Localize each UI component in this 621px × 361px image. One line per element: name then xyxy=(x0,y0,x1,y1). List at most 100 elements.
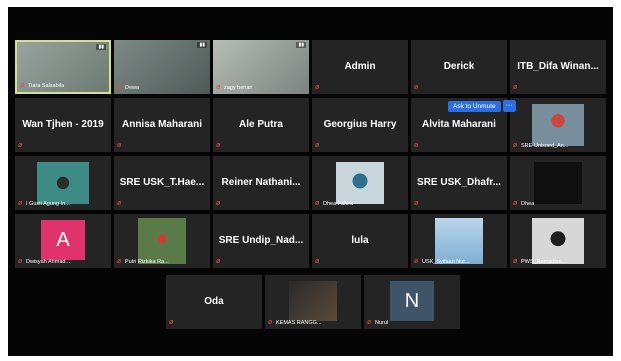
participant-display-name: I Gusti Agung In... xyxy=(26,200,70,207)
mic-muted-icon: ø xyxy=(315,200,320,207)
participant-tile[interactable]: øI Gusti Agung In... xyxy=(15,156,111,210)
participant-name: Oda xyxy=(204,296,224,307)
profile-picture xyxy=(336,162,384,204)
participant-tile[interactable]: SRE USK_Dhafr... ø xyxy=(411,156,507,210)
participant-label: ø Nurul xyxy=(367,319,388,326)
mic-muted-icon: ø xyxy=(18,200,23,207)
mic-muted-icon: ø xyxy=(414,142,419,149)
participant-label: ø Dhea Fahira xyxy=(315,200,353,207)
participant-display-name: zagy benan xyxy=(224,84,253,91)
participant-name: Derick xyxy=(443,61,475,72)
participant-display-name: PWS_Romadlon... xyxy=(521,258,567,265)
ask-to-unmute-button[interactable]: Ask to Unmute xyxy=(448,100,501,112)
participant-label: øI Gusti Agung In... xyxy=(18,200,70,207)
mic-muted-icon: ø xyxy=(513,200,518,207)
mic-muted-icon: ø xyxy=(315,84,320,91)
mic-muted-icon: ø xyxy=(513,84,518,91)
participant-display-name: SRE Unisoed_An... xyxy=(521,142,569,149)
participant-name: Ale Putra xyxy=(239,119,283,130)
participant-label: ø xyxy=(414,142,422,149)
participant-name: Wan Tjhen - 2019 xyxy=(22,119,104,130)
participant-tile[interactable]: ø Dhea xyxy=(510,156,606,210)
participant-tile[interactable]: ø Dhea Fahira xyxy=(312,156,408,210)
profile-picture xyxy=(534,162,582,204)
profile-picture xyxy=(532,104,584,146)
participant-tile[interactable]: Ale Putra ø xyxy=(213,98,309,152)
participant-display-name: Nurul xyxy=(375,319,389,326)
avatar-initial: N xyxy=(390,281,434,321)
mic-muted-icon: ø xyxy=(414,84,419,91)
ask-to-unmute-control: Ask to Unmute ··· xyxy=(448,100,516,112)
profile-picture xyxy=(289,281,337,321)
mic-muted-icon: ø xyxy=(117,84,122,91)
participant-label: ø xyxy=(315,142,323,149)
signal-icon: ▮▮ xyxy=(296,42,306,48)
more-options-button[interactable]: ··· xyxy=(502,100,516,112)
participant-label: ø xyxy=(216,258,224,265)
participant-tile[interactable]: ▮▮ ø Tiara Salsabila xyxy=(15,40,111,94)
participant-display-name: USK_Syifaan Nur... xyxy=(422,258,470,265)
mic-muted-icon: ø xyxy=(216,142,221,149)
participant-label: ø Dwisyah Ahmad... xyxy=(18,258,70,265)
avatar-initial: A xyxy=(41,220,85,260)
mic-muted-icon: ø xyxy=(367,319,372,326)
participant-display-name: Tiara Salsabila xyxy=(28,82,65,89)
participant-label: ø USK_Syifaan Nur... xyxy=(414,258,469,265)
participant-label: ø xyxy=(117,200,125,207)
mic-muted-icon: ø xyxy=(315,258,320,265)
participant-tile[interactable]: ø PWS_Romadlon... xyxy=(510,214,606,268)
mic-muted-icon: ø xyxy=(315,142,320,149)
participant-tile[interactable]: ▮▮ ø Dewa xyxy=(114,40,210,94)
mic-muted-icon: ø xyxy=(20,82,25,89)
participant-tile[interactable]: SRE USK_T.Hae... ø xyxy=(114,156,210,210)
participant-tile[interactable]: ø Putri Rizkika Ra... xyxy=(114,214,210,268)
profile-picture xyxy=(37,162,89,204)
participant-tile[interactable]: Reiner Nathani... ø xyxy=(213,156,309,210)
participant-label: ø xyxy=(216,142,224,149)
mic-muted-icon: ø xyxy=(216,200,221,207)
participant-tile[interactable]: ø USK_Syifaan Nur... xyxy=(411,214,507,268)
mic-muted-icon: ø xyxy=(216,84,221,91)
signal-icon: ▮▮ xyxy=(197,42,207,48)
participant-tile[interactable]: ▮▮ ø zagy benan xyxy=(213,40,309,94)
mic-muted-icon: ø xyxy=(414,258,419,265)
participant-tile[interactable]: Nø Nurul xyxy=(364,275,460,329)
participant-name: SRE USK_T.Hae... xyxy=(119,177,205,188)
participant-tile[interactable]: Derick ø xyxy=(411,40,507,94)
participant-display-name: KEMAS RANGG... xyxy=(276,319,322,326)
participant-label: ø xyxy=(414,84,422,91)
participant-name: lula xyxy=(351,235,369,246)
participant-tile[interactable]: Aø Dwisyah Ahmad... xyxy=(15,214,111,268)
participant-label: ø xyxy=(414,200,422,207)
participant-name: SRE USK_Dhafr... xyxy=(417,177,501,188)
mic-muted-icon: ø xyxy=(117,200,122,207)
mic-muted-icon: ø xyxy=(216,258,221,265)
participant-tile[interactable]: SRE Undip_Nad... ø xyxy=(213,214,309,268)
participant-tile[interactable]: Wan Tjhen - 2019 ø xyxy=(15,98,111,152)
participant-name: Alvita Maharani xyxy=(422,119,496,130)
participant-label: ø xyxy=(18,142,26,149)
participant-tile[interactable]: lula ø xyxy=(312,214,408,268)
participant-label: ø xyxy=(169,319,177,326)
participant-label: ø Tiara Salsabila xyxy=(20,82,64,89)
participant-display-name: Dhea Fahira xyxy=(323,200,354,207)
participant-label: ø PWS_Romadlon... xyxy=(513,258,566,265)
participant-name: SRE Undip_Nad... xyxy=(218,235,304,246)
participant-tile[interactable]: Oda ø xyxy=(166,275,262,329)
participant-name: Admin xyxy=(344,61,376,72)
participant-name: ITB_Difa Winan... xyxy=(517,61,599,72)
participant-tile[interactable]: ø SRE Unisoed_An... xyxy=(510,98,606,152)
participant-tile[interactable]: Admin ø xyxy=(312,40,408,94)
participant-label: ø xyxy=(216,200,224,207)
participant-tile[interactable]: Georgius Harry ø xyxy=(312,98,408,152)
participant-name: Annisa Maharani xyxy=(121,119,203,130)
participant-label: ø xyxy=(513,84,521,91)
mic-muted-icon: ø xyxy=(268,319,273,326)
mic-muted-icon: ø xyxy=(18,142,23,149)
participant-display-name: Dhea xyxy=(521,200,535,207)
participant-tile[interactable]: ø KEMAS RANGG... xyxy=(265,275,361,329)
participant-label: ø xyxy=(117,142,125,149)
participant-tile[interactable]: ITB_Difa Winan... ø xyxy=(510,40,606,94)
participant-tile[interactable]: Annisa Maharani ø xyxy=(114,98,210,152)
participant-label: ø Dewa xyxy=(117,84,139,91)
